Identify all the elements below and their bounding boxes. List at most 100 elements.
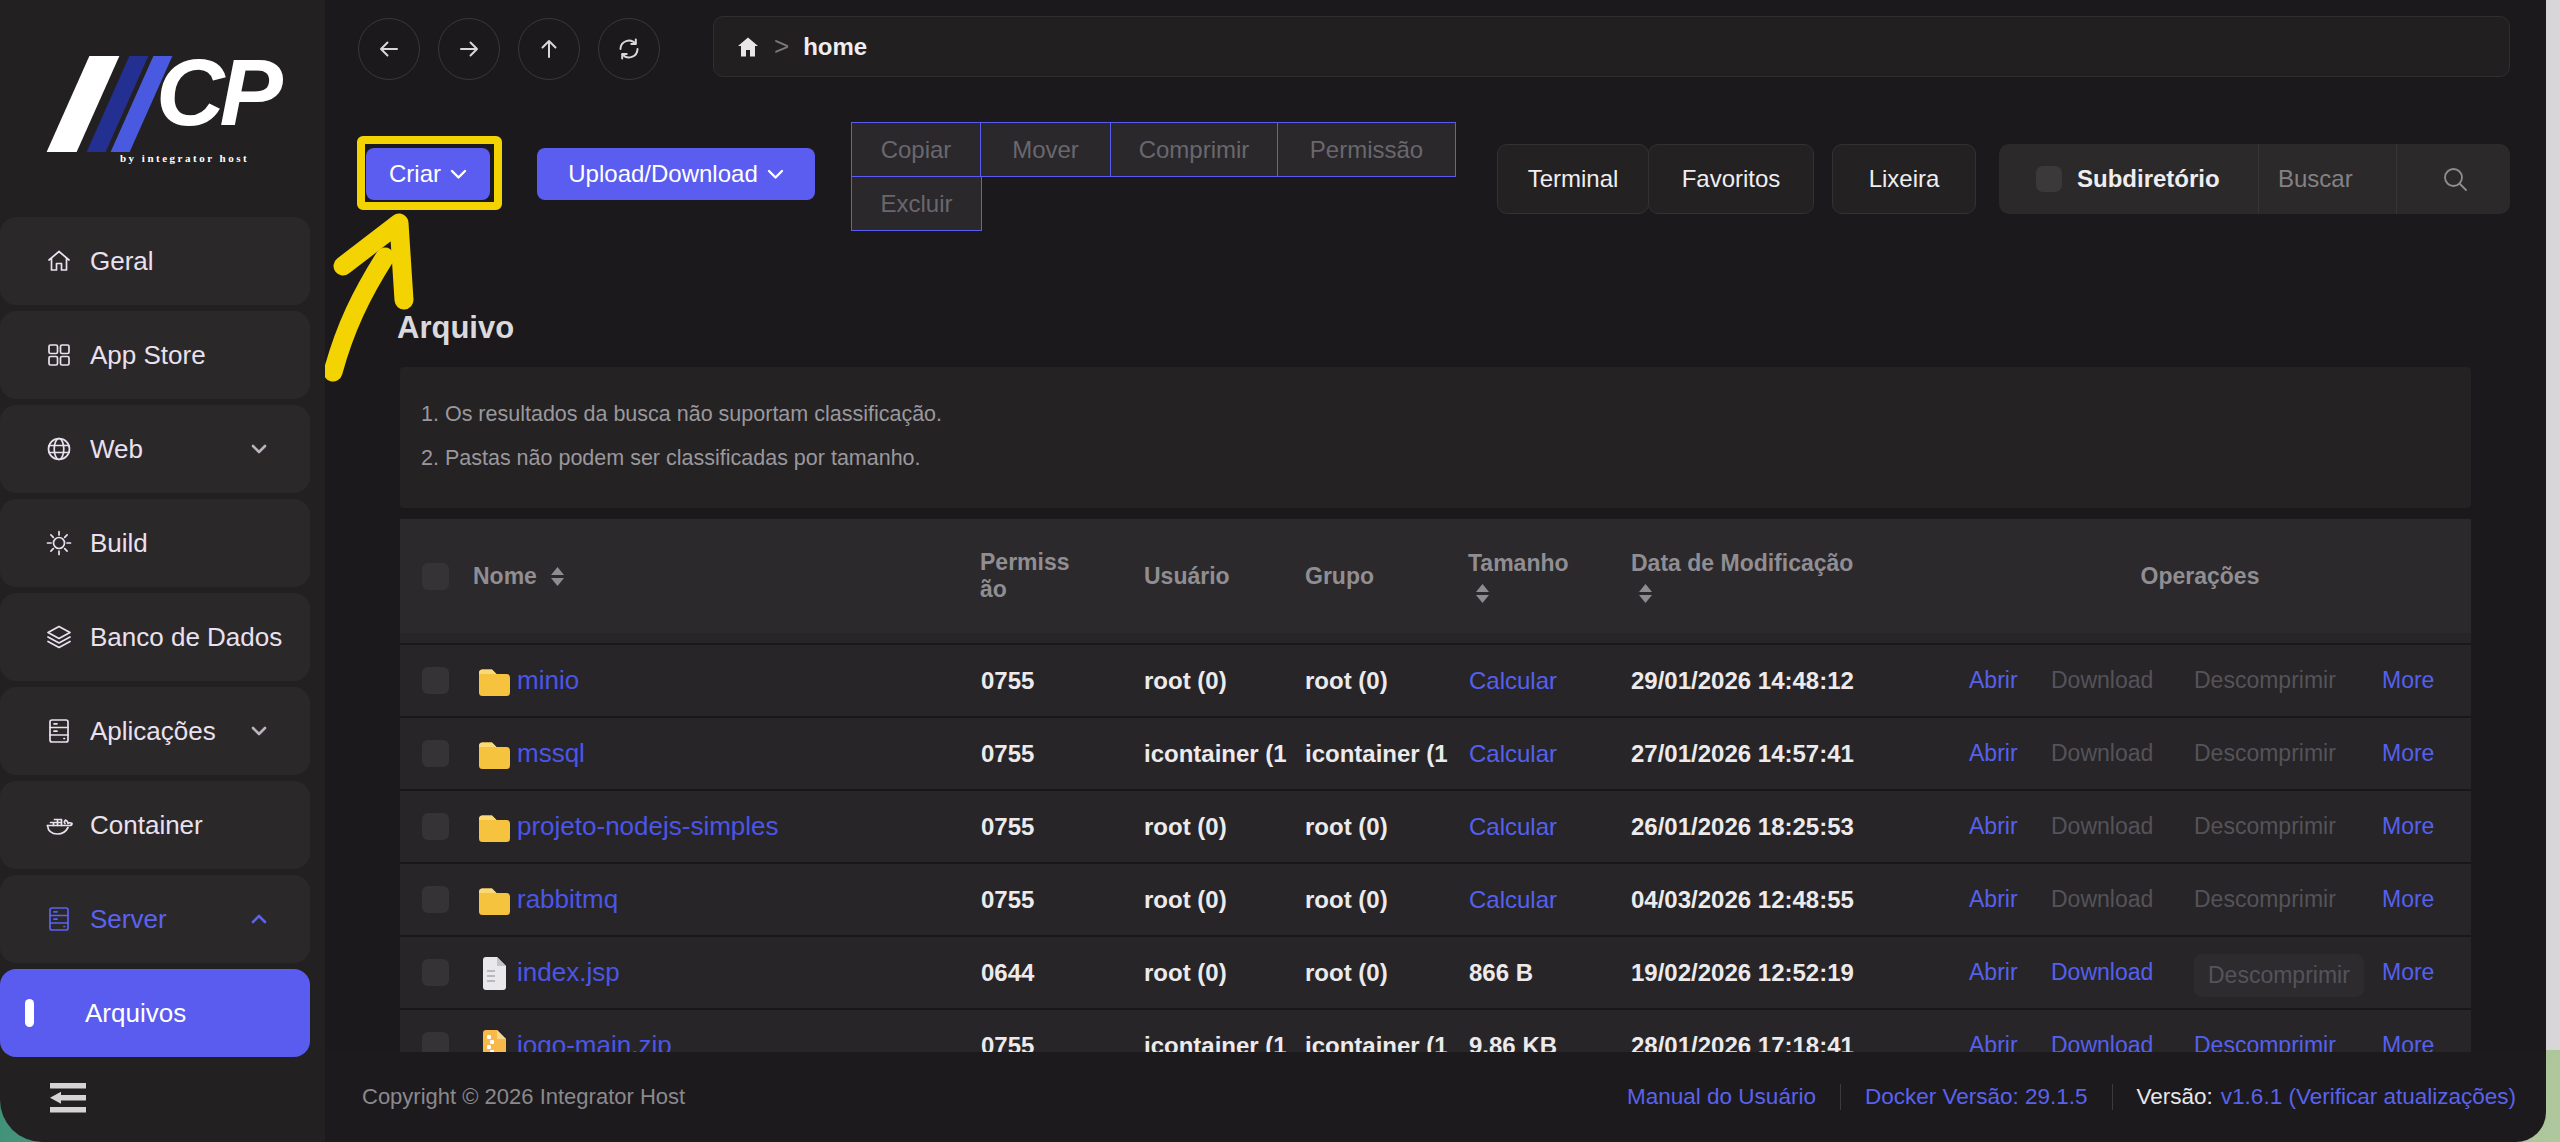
table-row: jogo-main.zip 0755 icontainer (1 icontai…: [400, 1008, 2471, 1052]
select-all-checkbox[interactable]: [422, 563, 449, 590]
more-link[interactable]: More: [2382, 791, 2434, 862]
descomprimir-link: Descomprimir: [2194, 718, 2336, 789]
row-checkbox[interactable]: [422, 886, 449, 913]
copiar-button[interactable]: Copiar: [851, 122, 981, 177]
sidebar-item-label: Server: [90, 904, 167, 935]
manual-link[interactable]: Manual do Usuário: [1627, 1084, 1816, 1110]
search-input[interactable]: Buscar: [2278, 144, 2353, 214]
perm-cell: 0755: [981, 864, 1034, 935]
notes-panel: 1. Os resultados da busca não suportam c…: [400, 367, 2471, 508]
footer: Copyright © 2026 Integrator Host Manual …: [325, 1052, 2546, 1142]
calcular-link[interactable]: Calcular: [1469, 718, 1557, 789]
user-cell: root (0): [1144, 645, 1304, 716]
calcular-link[interactable]: Calcular: [1469, 645, 1557, 716]
app-logo: CP by integrator host: [28, 56, 308, 156]
nav-forward-button[interactable]: [438, 18, 500, 80]
column-header-tamanho[interactable]: Tamanho: [1468, 519, 1569, 633]
sidebar-item-label: Banco de Dados: [90, 622, 282, 653]
nav-up-button[interactable]: [518, 18, 580, 80]
sidebar-item-container[interactable]: Container: [0, 781, 310, 869]
abrir-link[interactable]: Abrir: [1969, 937, 2018, 1008]
upload-download-label: Upload/Download: [568, 160, 757, 188]
search-icon[interactable]: [2441, 165, 2469, 197]
user-cell: root (0): [1144, 791, 1304, 862]
group-cell: root (0): [1305, 645, 1465, 716]
abrir-link[interactable]: Abrir: [1969, 718, 2018, 789]
excluir-button[interactable]: Excluir: [851, 176, 982, 231]
subdiretorio-checkbox[interactable]: [2036, 166, 2062, 192]
table-row: rabbitmq 0755 root (0) root (0) Calcular…: [400, 862, 2471, 935]
version-update-link[interactable]: v1.6.1 (Verificar atualizações): [2221, 1084, 2516, 1110]
file-name-link[interactable]: jogo-main.zip: [517, 1010, 672, 1052]
sort-icon[interactable]: [551, 567, 564, 586]
folder-icon: [477, 810, 512, 845]
sidebar-item-server[interactable]: Server: [0, 875, 310, 963]
sidebar-item-geral[interactable]: Geral: [0, 217, 310, 305]
comprimir-button[interactable]: Comprimir: [1110, 122, 1278, 177]
abrir-link[interactable]: Abrir: [1969, 645, 2018, 716]
scrollbar[interactable]: [2546, 0, 2560, 1050]
column-header-permissao: Permissão: [980, 519, 1076, 633]
mover-button[interactable]: Mover: [980, 122, 1111, 177]
nav-refresh-button[interactable]: [598, 18, 660, 80]
calcular-link[interactable]: Calcular: [1469, 791, 1557, 862]
more-link[interactable]: More: [2382, 937, 2434, 1008]
file-name-link[interactable]: rabbitmq: [517, 864, 618, 935]
sidebar-item-banco-de-dados[interactable]: Banco de Dados: [0, 593, 310, 681]
table-row: index.jsp 0644 root (0) root (0) 866 B 1…: [400, 935, 2471, 1008]
row-checkbox[interactable]: [422, 813, 449, 840]
user-cell: root (0): [1144, 864, 1304, 935]
sidebar-item-web[interactable]: Web: [0, 405, 310, 493]
row-checkbox[interactable]: [422, 959, 449, 986]
more-link[interactable]: More: [2382, 718, 2434, 789]
abrir-link[interactable]: Abrir: [1969, 864, 2018, 935]
sidebar-item-label: Web: [90, 434, 143, 465]
column-header-grupo: Grupo: [1305, 519, 1374, 633]
perm-cell: 0755: [981, 791, 1034, 862]
version-label: Versão:: [2137, 1084, 2213, 1110]
group-cell: icontainer (1: [1305, 718, 1465, 789]
favoritos-button[interactable]: Favoritos: [1648, 144, 1814, 214]
sidebar-item-app-store[interactable]: App Store: [0, 311, 310, 399]
calcular-link[interactable]: Calcular: [1469, 864, 1557, 935]
row-checkbox[interactable]: [422, 740, 449, 767]
sort-icon[interactable]: [1476, 584, 1569, 603]
permissao-button[interactable]: Permissão: [1277, 122, 1456, 177]
collapse-sidebar-icon[interactable]: [50, 1083, 86, 1113]
file-name-link[interactable]: minio: [517, 645, 579, 716]
row-checkbox[interactable]: [422, 1032, 449, 1052]
abrir-link[interactable]: Abrir: [1969, 791, 2018, 862]
download-link[interactable]: Download: [2051, 1010, 2153, 1052]
terminal-button[interactable]: Terminal: [1497, 144, 1649, 214]
descomprimir-link[interactable]: Descomprimir: [2194, 1010, 2336, 1052]
file-name-link[interactable]: mssql: [517, 718, 585, 789]
breadcrumb-separator: >: [774, 31, 789, 62]
nav-back-button[interactable]: [358, 18, 420, 80]
sidebar-item-label: Arquivos: [85, 998, 186, 1029]
sidebar-item-build[interactable]: Build: [0, 499, 310, 587]
docker-version-link[interactable]: Docker Versão: 29.1.5: [1865, 1084, 2088, 1110]
row-checkbox[interactable]: [422, 667, 449, 694]
column-header-nome[interactable]: Nome: [473, 519, 564, 633]
upload-download-button[interactable]: Upload/Download: [537, 148, 815, 200]
breadcrumb[interactable]: > home: [713, 16, 2510, 77]
zip-file-icon: [477, 1029, 512, 1052]
criar-button[interactable]: Criar: [366, 148, 490, 200]
perm-cell: 0755: [981, 718, 1034, 789]
file-name-link[interactable]: index.jsp: [517, 937, 620, 1008]
sort-icon[interactable]: [1639, 584, 1853, 603]
abrir-link[interactable]: Abrir: [1969, 1010, 2018, 1052]
sidebar-item-arquivos[interactable]: Arquivos: [0, 969, 310, 1057]
more-link[interactable]: More: [2382, 864, 2434, 935]
lixeira-button[interactable]: Lixeira: [1832, 144, 1976, 214]
column-header-data[interactable]: Data de Modificação: [1631, 519, 1853, 633]
subdiretorio-label: Subdiretório: [2077, 144, 2220, 214]
more-link[interactable]: More: [2382, 1010, 2434, 1052]
group-cell: root (0): [1305, 864, 1465, 935]
divider: [2258, 144, 2259, 214]
favoritos-label: Favoritos: [1682, 165, 1781, 193]
sidebar-item-aplicacoes[interactable]: Aplicações: [0, 687, 310, 775]
more-link[interactable]: More: [2382, 645, 2434, 716]
file-name-link[interactable]: projeto-nodejs-simples: [517, 791, 779, 862]
download-link[interactable]: Download: [2051, 937, 2153, 1008]
